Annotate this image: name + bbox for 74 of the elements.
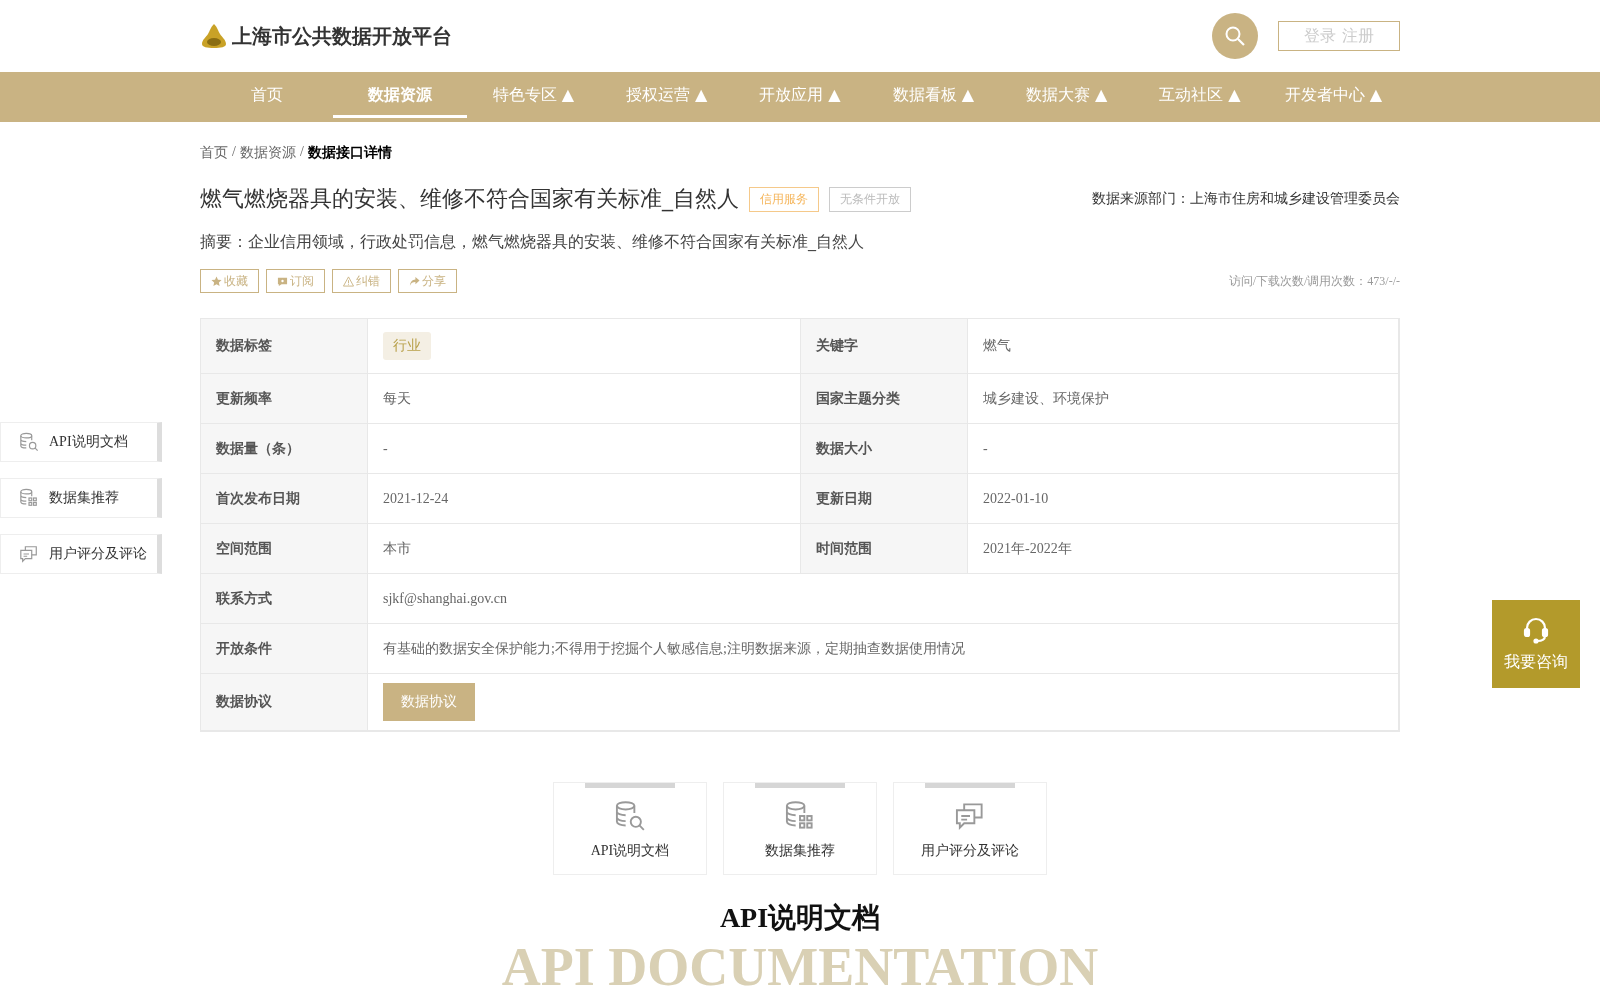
chat-icon [19, 544, 39, 564]
table-value: - [983, 440, 988, 457]
section-card[interactable]: 用户评分及评论 [893, 782, 1047, 875]
side-nav-item[interactable]: API说明文档 [0, 422, 162, 462]
source-department: 数据来源部门：上海市住房和城乡建设管理委员会 [1092, 190, 1400, 208]
table-value: 城乡建设、环境保护 [983, 389, 1109, 408]
field-label: 数据标签 [216, 337, 272, 355]
message-icon [277, 275, 288, 287]
database-grid-icon [19, 488, 39, 508]
field-label: 更新日期 [816, 489, 872, 508]
breadcrumb-link[interactable]: 首页 [200, 144, 228, 162]
action-button[interactable]: 纠错 [332, 269, 391, 293]
field-label: 首次发布日期 [216, 489, 300, 508]
section-card[interactable]: API说明文档 [553, 782, 707, 875]
agreement-button[interactable]: 数据协议 [383, 683, 475, 721]
table-value: 2021年-2022年 [983, 539, 1072, 558]
nav-item[interactable]: 数据资源 [333, 72, 467, 118]
table-value: sjkf@shanghai.gov.cn [383, 590, 507, 607]
field-label: 联系方式 [216, 589, 272, 608]
field-label: 国家主题分类 [816, 389, 900, 408]
nav-item[interactable]: 授权运营 ▲ [600, 72, 734, 118]
summary-text: 摘要：企业信用领域，行政处罚信息，燃气燃烧器具的安装、维修不符合国家有关标准_自然人 [200, 232, 865, 253]
star-icon [211, 275, 222, 287]
nav-item[interactable]: 数据大赛 ▲ [999, 72, 1134, 118]
nav-item[interactable]: 开放应用 ▲ [733, 72, 867, 118]
title-tag: 信用服务 [749, 186, 819, 212]
share-icon [409, 275, 420, 287]
field-label: 时间范围 [816, 539, 872, 558]
section-card[interactable]: 数据集推荐 [723, 782, 877, 875]
headset-icon [1522, 615, 1550, 644]
breadcrumb-separator: / [232, 144, 236, 161]
field-label: 数据协议 [216, 693, 272, 711]
database-search-icon [19, 432, 39, 452]
field-label: 数据大小 [816, 439, 872, 458]
backdrop-text: API DOCUMENTATION [501, 937, 1099, 997]
nav-item[interactable]: 首页 [200, 72, 334, 118]
breadcrumb-separator: / [299, 144, 304, 161]
nav-item[interactable]: 特色专区 ▲ [466, 72, 600, 118]
nav-item[interactable]: 开发者中心 ▲ [1266, 72, 1400, 118]
section-title: API说明文档 [719, 901, 881, 935]
field-label: 更新频率 [216, 389, 272, 408]
field-label: 开放条件 [216, 639, 272, 658]
tag: 行业 [383, 332, 431, 360]
field-label: 数据量（条） [216, 439, 300, 458]
side-nav-item[interactable]: 数据集推荐 [0, 478, 162, 518]
title-tag: 无条件开放 [829, 186, 911, 212]
nav-item[interactable]: 数据看板 ▲ [866, 72, 1000, 118]
warning-icon [343, 275, 354, 287]
action-button[interactable]: 订阅 [266, 269, 325, 293]
logo-icon [200, 22, 228, 50]
dataset-title: 燃气燃烧器具的安装、维修不符合国家有关标准_自然人 [200, 185, 739, 214]
search-icon [1224, 25, 1246, 47]
field-label: 空间范围 [216, 539, 272, 558]
table-value: - [383, 440, 388, 457]
consult-button[interactable]: 我要咨询 [1492, 600, 1580, 688]
table-value: 2022-01-10 [983, 490, 1049, 507]
site-title: 上海市公共数据开放平台 [232, 22, 452, 50]
stats-text: 访问/下载次数/调用次数：473/-/- [1228, 272, 1400, 290]
table-value: 2021-12-24 [383, 490, 449, 507]
table-value: 燃气 [983, 337, 1011, 355]
search-button[interactable] [1212, 13, 1258, 59]
side-nav-item[interactable]: 用户评分及评论 [0, 534, 162, 574]
table-value: 本市 [383, 539, 411, 558]
nav-item[interactable]: 互动社区 ▲ [1133, 72, 1267, 118]
breadcrumb-link[interactable]: 数据资源 [239, 144, 296, 162]
action-button[interactable]: 收藏 [200, 269, 259, 293]
database-grid-icon [784, 800, 816, 832]
table-value: 每天 [383, 389, 411, 408]
field-label: 关键字 [816, 337, 858, 355]
breadcrumb-link[interactable]: 数据接口详情 [307, 144, 392, 162]
action-button[interactable]: 分享 [398, 269, 457, 293]
database-search-icon [614, 800, 646, 832]
table-value: 有基础的数据安全保护能力;不得用于挖掘个人敏感信息;注明数据来源，定期抽查数据使用情况 [383, 639, 965, 658]
chat-icon [954, 800, 986, 832]
